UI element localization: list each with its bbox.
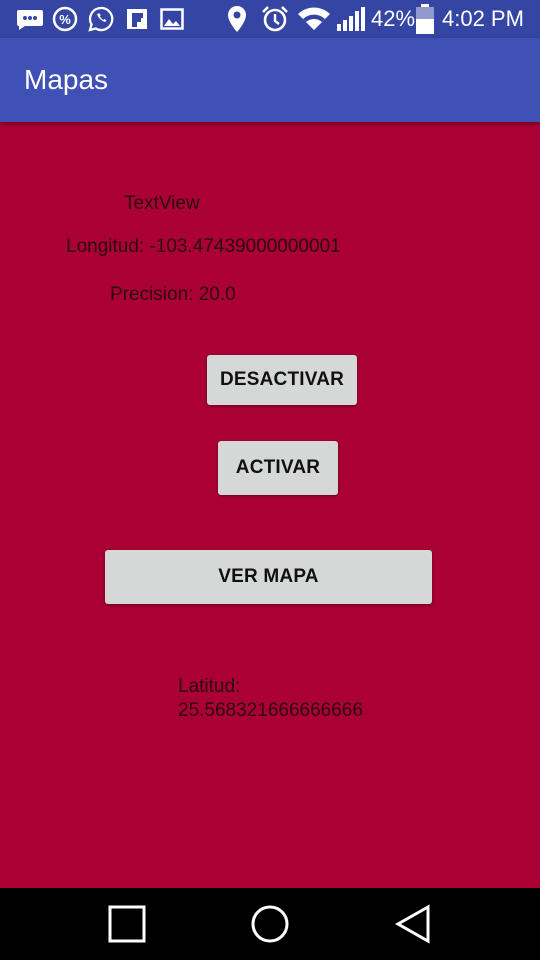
flipboard-icon	[126, 5, 148, 33]
recents-icon[interactable]	[105, 902, 149, 946]
location-icon	[226, 5, 248, 33]
wifi-icon	[297, 5, 331, 33]
whatsapp-icon	[88, 5, 114, 33]
chat-icon	[14, 5, 46, 33]
home-icon[interactable]	[248, 902, 292, 946]
back-icon[interactable]	[391, 902, 435, 946]
phone-screen: % 42% 4:02 PM Mapas TextView Longitud: -…	[0, 0, 540, 960]
gallery-icon	[160, 5, 184, 33]
textview-label: TextView	[124, 193, 200, 214]
activate-button[interactable]: ACTIVAR	[218, 441, 338, 495]
status-bar: % 42% 4:02 PM	[0, 0, 540, 38]
deactivate-button[interactable]: DESACTIVAR	[207, 355, 357, 405]
alarm-icon	[260, 5, 290, 33]
percent-badge-icon: %	[52, 5, 78, 33]
app-bar: Mapas	[0, 38, 540, 122]
precision-label: Precision: 20.0	[110, 284, 236, 305]
app-title: Mapas	[24, 64, 109, 95]
main-content: TextView Longitud: -103.47439000000001 P…	[0, 122, 540, 888]
latitude-label: Latitud:	[178, 676, 241, 697]
navigation-bar	[0, 888, 540, 960]
battery-percent: 42%	[371, 6, 416, 31]
svg-text:%: %	[59, 12, 71, 27]
latitude-value: 25.568321666666666	[178, 700, 363, 721]
signal-icon	[336, 5, 366, 33]
longitude-label: Longitud: -103.47439000000001	[66, 236, 341, 257]
clock: 4:02 PM	[442, 6, 524, 31]
battery-icon	[415, 4, 435, 34]
view-map-button[interactable]: VER MAPA	[105, 550, 432, 604]
